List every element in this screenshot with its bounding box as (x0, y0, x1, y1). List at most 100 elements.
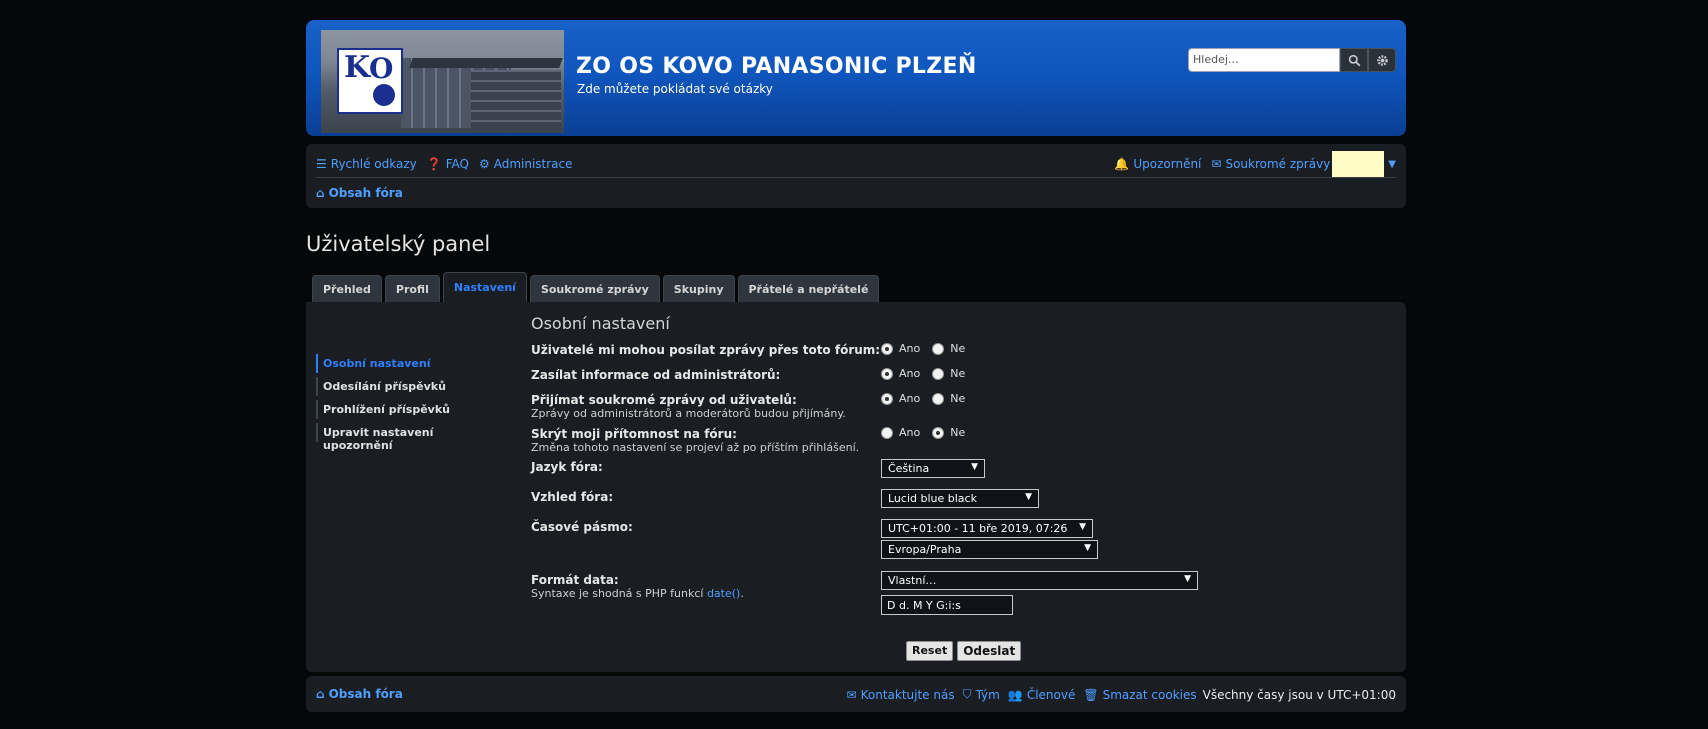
ucp-tabs: Přehled Profil Nastavení Soukromé zprávy… (312, 272, 1406, 302)
contact-label[interactable]: Kontaktujte nás (861, 688, 955, 702)
gears-icon: ⚙ (478, 157, 490, 171)
delete-cookies-link[interactable]: 🗑 Smazat cookies (1083, 688, 1196, 702)
sidenav-posting[interactable]: Odesílání příspěvků (316, 377, 506, 396)
chevron-down-icon: ▼ (1184, 574, 1191, 584)
tab-overview[interactable]: Přehled (312, 275, 382, 302)
chevron-down-icon: ▼ (1025, 492, 1032, 502)
yes-label: Ano (899, 392, 921, 405)
chevron-down-icon[interactable]: ▼ (1388, 159, 1396, 170)
home-icon: ⌂ (316, 186, 325, 200)
question-icon: ❓ (426, 157, 442, 171)
timezone-region-value: Evropa/Praha (888, 543, 962, 556)
team-label[interactable]: Tým (976, 688, 1000, 702)
private-messages-label[interactable]: Soukromé zprávy (1225, 157, 1330, 171)
tab-settings[interactable]: Nastavení (442, 272, 527, 302)
timezone-label: Časové pásmo: (531, 520, 633, 534)
php-date-link[interactable]: date() (707, 587, 740, 600)
hide-online-yes-radio[interactable] (881, 426, 893, 439)
page-footer: ⌂ Obsah fóra ✉ Kontaktujte nás ⛉ Tým 👥 Č… (306, 676, 1406, 712)
footer-index-link[interactable]: Obsah fóra (329, 687, 403, 701)
receive-pm-yes-radio[interactable] (881, 392, 893, 405)
dateformat-select[interactable]: Vlastní… ▼ (881, 571, 1198, 590)
search-button[interactable] (1340, 48, 1368, 72)
advanced-search-button[interactable] (1368, 48, 1396, 72)
search-bar: Hledej… (1188, 48, 1396, 72)
language-select[interactable]: Čeština ▼ (881, 459, 985, 478)
site-title[interactable]: ZO OS KOVO PANASONIC PLZEŇ (576, 54, 977, 79)
site-header: KO ZO OS KOVO PANASONIC PLZEŇ Zde můžete… (306, 20, 1406, 136)
admin-label[interactable]: Administrace (494, 157, 573, 171)
reset-button[interactable]: Reset (906, 641, 954, 661)
style-value: Lucid blue black (888, 492, 977, 505)
tab-private-messages[interactable]: Soukromé zprávy (529, 275, 660, 302)
tab-friends-foes[interactable]: Přátelé a nepřátelé (737, 275, 880, 302)
chevron-down-icon: ▼ (1079, 522, 1086, 532)
allow-pm-yes-radio[interactable] (881, 342, 893, 355)
receive-pm-no-radio[interactable] (932, 392, 945, 405)
home-icon: ⌂ (316, 687, 325, 701)
sidenav-viewing[interactable]: Prohlížení příspěvků (316, 400, 506, 419)
no-label: Ne (950, 426, 966, 439)
language-value: Čeština (888, 462, 930, 475)
sidenav-personal-settings[interactable]: Osobní nastavení (316, 354, 506, 373)
timezone-region-wrap: Evropa/Praha ▼ (881, 540, 1098, 559)
section-title: Osobní nastavení (531, 314, 670, 333)
dateformat-input[interactable]: D d. M Y G:i:s (881, 595, 1013, 615)
logo-building-annex (471, 70, 561, 130)
tab-profile[interactable]: Profil (384, 275, 440, 302)
settings-panel: Osobní nastavení Odesílání příspěvků Pro… (306, 302, 1406, 672)
dateformat-select-value: Vlastní… (888, 574, 937, 587)
admin-info-no-radio[interactable] (932, 367, 945, 380)
allow-pm-no-radio[interactable] (932, 342, 945, 355)
admin-info-yes-radio[interactable] (881, 367, 893, 380)
hide-online-options: Ano Ne (881, 426, 977, 439)
receive-pm-options: Ano Ne (881, 392, 977, 405)
breadcrumb-index[interactable]: Obsah fóra (329, 186, 403, 200)
delete-cookies-label[interactable]: Smazat cookies (1103, 688, 1197, 702)
timezone-region-select[interactable]: Evropa/Praha ▼ (881, 540, 1098, 559)
dateformat-title: Formát data: (531, 573, 619, 587)
team-link[interactable]: ⛉ Tým (963, 687, 1000, 702)
members-link[interactable]: 👥 Členové (1008, 688, 1075, 702)
admin-link[interactable]: ⚙ Administrace (479, 157, 573, 171)
breadcrumb: ⌂ Obsah fóra (316, 186, 403, 200)
sidenav-notifications[interactable]: Upravit nastavení upozornění (316, 423, 506, 452)
dateformat-sub: Syntaxe je shodná s PHP funkcí date(). (531, 587, 744, 600)
site-description: Zde můžete pokládat své otázky (577, 82, 773, 96)
navbar-divider (316, 177, 1396, 178)
dateformat-select-wrap: Vlastní… ▼ (881, 571, 1198, 590)
style-control: Lucid blue black ▼ (881, 489, 1039, 508)
faq-label[interactable]: FAQ (446, 157, 469, 171)
quick-links-label[interactable]: Rychlé odkazy (331, 157, 417, 171)
no-label: Ne (950, 342, 966, 355)
logo-kovo-sign: KO (337, 48, 403, 114)
faq-link[interactable]: ❓ FAQ (427, 157, 469, 171)
trash-icon: 🗑 (1083, 687, 1099, 702)
admin-info-options: Ano Ne (881, 367, 977, 380)
no-label: Ne (950, 392, 966, 405)
yes-label: Ano (899, 426, 921, 439)
allow-pm-label: Uživatelé mi mohou posílat zprávy přes t… (531, 343, 881, 357)
notifications-label[interactable]: Upozornění (1133, 157, 1201, 171)
timezone-note: Všechny časy jsou v UTC+01:00 (1202, 687, 1396, 702)
user-avatar[interactable] (1332, 151, 1385, 177)
dateformat-label: Formát data: Syntaxe je shodná s PHP fun… (531, 573, 744, 600)
footer-links: ✉ Kontaktujte nás ⛉ Tým 👥 Členové 🗑 Smaz… (839, 687, 1396, 702)
yes-label: Ano (899, 367, 921, 380)
site-logo[interactable]: KO (321, 30, 564, 133)
timezone-select[interactable]: UTC+01:00 - 11 bře 2019, 07:26 ▼ (881, 519, 1093, 538)
submit-button[interactable]: Odeslat (957, 641, 1022, 661)
style-select[interactable]: Lucid blue black ▼ (881, 489, 1039, 508)
language-label: Jazyk fóra: (531, 460, 603, 474)
notifications-link[interactable]: 🔔 Upozornění (1114, 157, 1201, 171)
search-input[interactable]: Hledej… (1188, 48, 1340, 72)
private-messages-link[interactable]: ✉ Soukromé zprávy (1211, 157, 1330, 171)
members-label[interactable]: Členové (1027, 688, 1076, 702)
menu-icon: ☰ (316, 157, 327, 171)
hide-online-no-radio[interactable] (932, 426, 945, 439)
quick-links-menu[interactable]: ☰ Rychlé odkazy (316, 157, 417, 171)
tab-groups[interactable]: Skupiny (662, 275, 735, 302)
users-icon: 👥 (1007, 687, 1023, 702)
footer-breadcrumb: ⌂ Obsah fóra (316, 687, 403, 701)
contact-link[interactable]: ✉ Kontaktujte nás (847, 688, 955, 702)
